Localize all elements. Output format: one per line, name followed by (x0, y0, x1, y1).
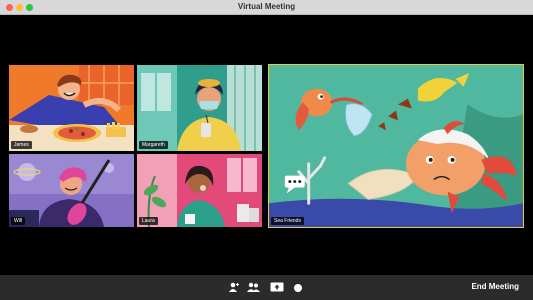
video-tile-james[interactable]: James (9, 65, 134, 151)
participants-button[interactable] (246, 281, 260, 294)
participants-icon (246, 282, 260, 292)
participant-name-label: Sea Friends (271, 217, 304, 225)
add-participant-icon (229, 282, 239, 292)
window-title: Virtual Meeting (237, 2, 296, 11)
participant-name-label: James (11, 141, 32, 149)
video-grid: James Margareth Will Laura Sea Friends (0, 15, 533, 275)
mask-drink-scene-icon (137, 65, 262, 151)
pizza-scene-icon (9, 65, 134, 151)
share-screen-button[interactable] (269, 281, 285, 294)
meeting-toolbar: End Meeting (0, 275, 533, 300)
participant-name-label: Will (11, 217, 26, 225)
featured-video-tile[interactable]: Sea Friends (268, 64, 524, 228)
participant-name-label: Margareth (139, 141, 168, 149)
participant-name-label: Laura (139, 217, 158, 225)
add-participant-button[interactable] (227, 281, 241, 294)
window-titlebar: Virtual Meeting (0, 0, 533, 15)
record-button[interactable] (292, 281, 304, 294)
share-screen-icon (270, 282, 284, 292)
record-icon (294, 283, 302, 292)
fish-mask-scene-icon (269, 65, 523, 227)
video-tile-margareth[interactable]: Margareth (137, 65, 262, 151)
video-tile-will[interactable]: Will (9, 154, 134, 227)
video-tile-laura[interactable]: Laura (137, 154, 262, 227)
end-meeting-button[interactable]: End Meeting (471, 282, 519, 291)
guitar-scene-icon (9, 154, 134, 227)
